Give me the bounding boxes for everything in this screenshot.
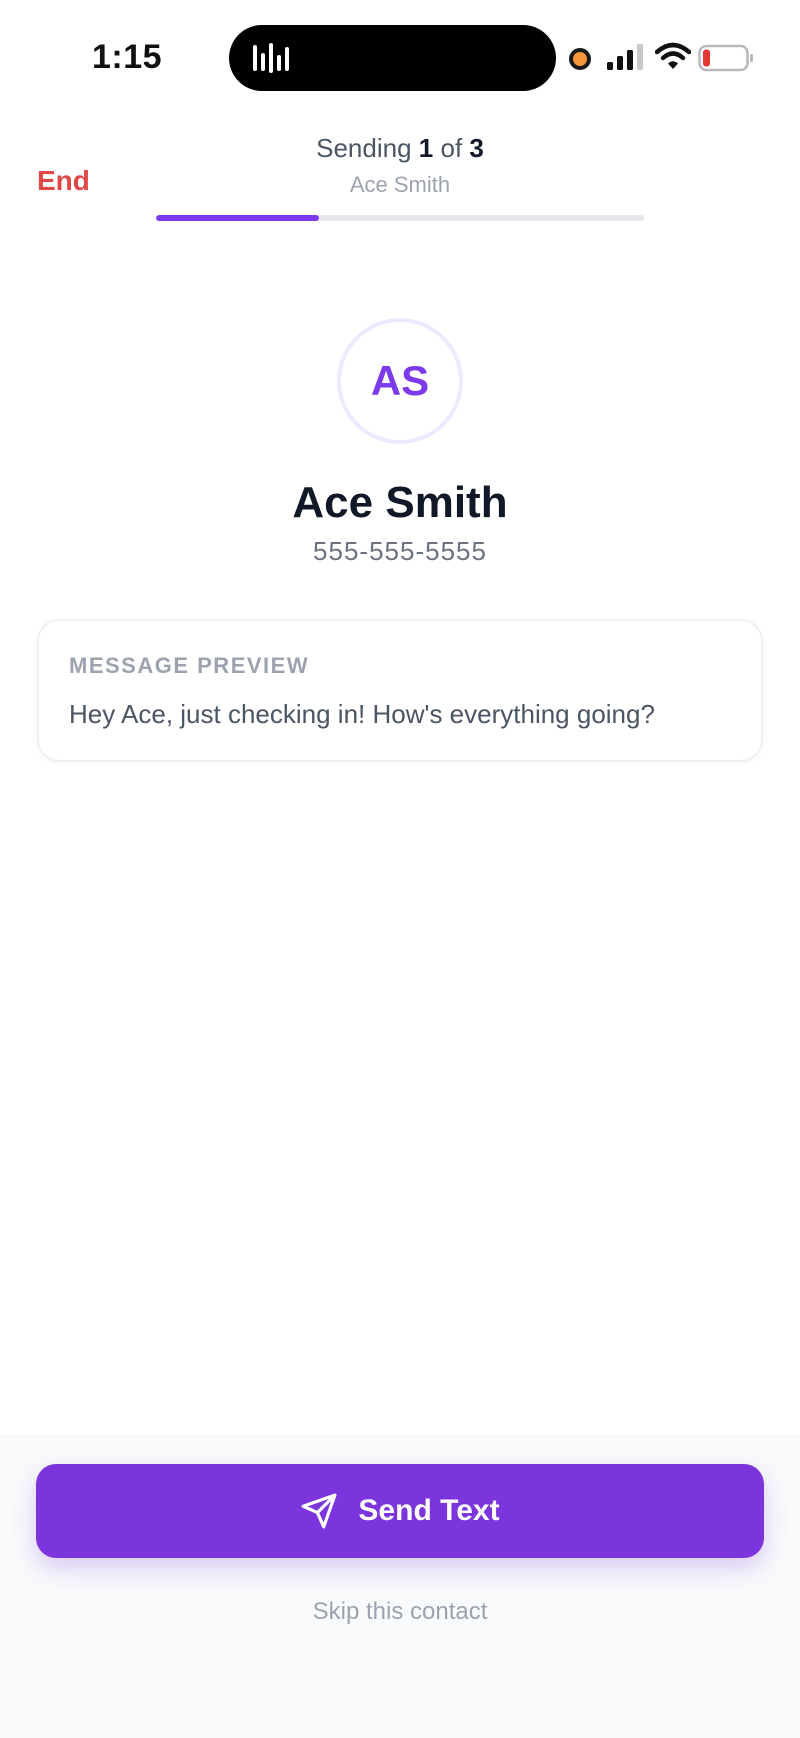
- avatar-initials: AS: [370, 357, 430, 404]
- wifi-icon: [655, 42, 691, 69]
- sending-prefix: Sending: [316, 133, 412, 163]
- contact-name: Ace Smith: [292, 478, 508, 527]
- progress-bar: [156, 215, 644, 221]
- paper-plane-icon: [302, 1493, 337, 1529]
- bulk-send-screen: 1:15 End Sending 1 of 3 Ace Smith AS Ace…: [0, 0, 800, 1738]
- end-button[interactable]: End: [37, 165, 90, 197]
- of-label: of: [440, 133, 463, 163]
- cellular-signal-icon: [607, 44, 643, 70]
- contact-phone: 555-555-5555: [313, 536, 487, 566]
- send-text-button[interactable]: Send Text: [36, 1464, 764, 1558]
- message-preview-text: Hey Ace, just checking in! How's everyth…: [69, 699, 655, 729]
- progress-fill: [156, 215, 319, 221]
- status-time: 1:15: [92, 38, 163, 76]
- battery-low-icon: [698, 44, 753, 72]
- status-bar: 1:15: [0, 0, 800, 110]
- message-preview-card: MESSAGE PREVIEW Hey Ace, just checking i…: [37, 619, 763, 762]
- total-count: 3: [469, 133, 484, 163]
- sending-progress-header: Sending 1 of 3 Ace Smith: [150, 133, 650, 198]
- avatar: AS: [337, 318, 463, 444]
- sending-counter: Sending 1 of 3: [150, 133, 650, 164]
- action-footer: Send Text Skip this contact: [0, 1434, 800, 1738]
- current-index: 1: [418, 133, 434, 163]
- current-contact-subtitle: Ace Smith: [349, 172, 451, 197]
- recording-dot-icon: [569, 48, 591, 70]
- send-text-label: Send Text: [358, 1494, 500, 1527]
- message-preview-label: MESSAGE PREVIEW: [69, 653, 310, 678]
- dynamic-island: [229, 25, 556, 91]
- skip-contact-link[interactable]: Skip this contact: [0, 1598, 800, 1626]
- audio-wave-icon: [253, 43, 289, 73]
